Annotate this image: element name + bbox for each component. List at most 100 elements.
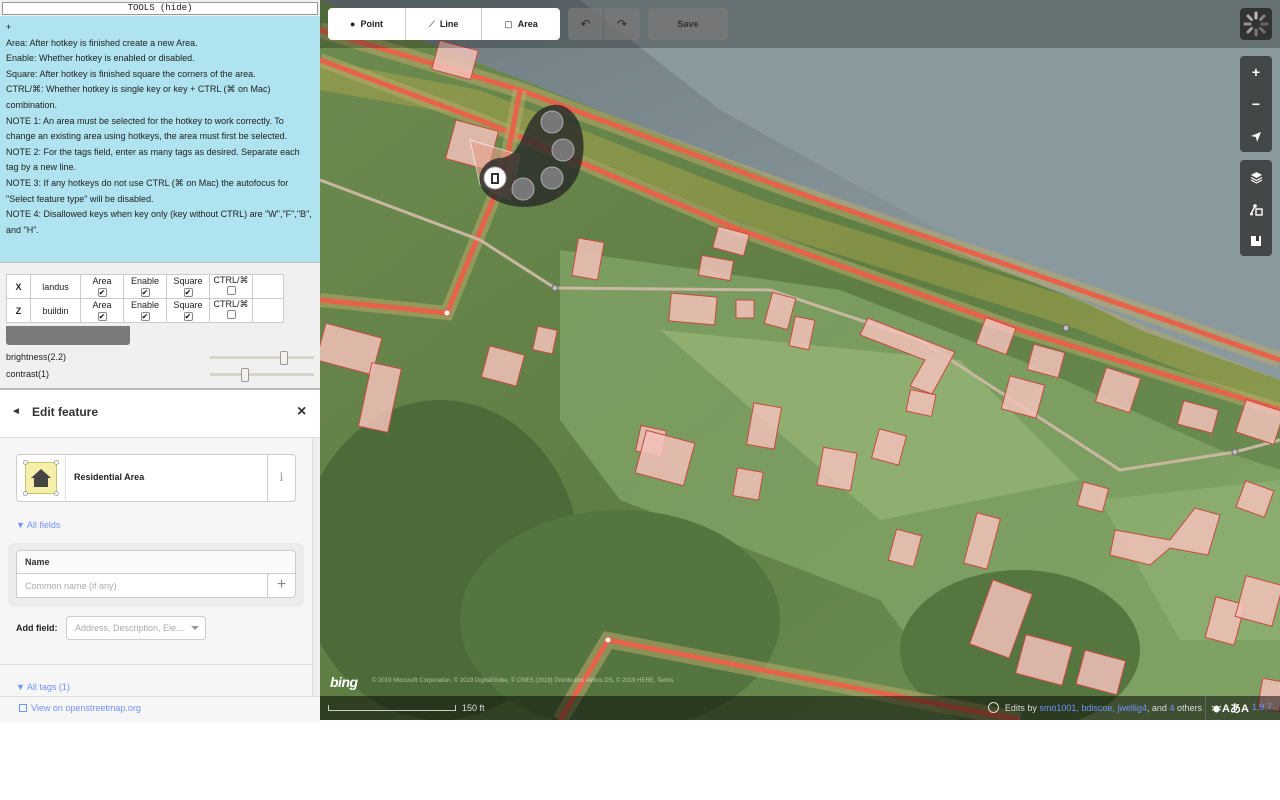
help-line-area: Area: After hotkey is finished create a … (6, 37, 198, 48)
brightness-label: brightness(2.2) (6, 352, 67, 362)
help-book-icon[interactable] (1240, 224, 1272, 256)
history-clock-icon (987, 702, 999, 713)
back-icon[interactable]: ◄ (11, 406, 21, 417)
hotkey-tags-field[interactable]: buildin (30, 298, 81, 323)
ctrl-checkbox[interactable] (226, 310, 236, 319)
bing-logo[interactable]: bing (330, 674, 358, 690)
issues-icon[interactable]: AあA (1211, 700, 1249, 716)
square-checkbox[interactable]: ✔ (183, 311, 193, 321)
name-input[interactable] (16, 574, 268, 598)
bug-icon (1211, 705, 1222, 713)
contrast-control: contrast(1) (6, 367, 316, 382)
line-icon: ⟋ (428, 19, 435, 29)
contrast-slider-thumb[interactable] (241, 368, 249, 382)
view-on-osm-link[interactable]: View on openstreetmap.org (19, 703, 141, 713)
top-toolbar: ● Point ⟋ Line ▢ Area ↶ ↷ Save (320, 0, 1280, 48)
ctrl-option-label: CTRL/⌘ (213, 299, 249, 309)
add-field-combobox[interactable]: Address, Description, Ele... (66, 616, 206, 640)
hotkey-remove-cell[interactable] (252, 274, 284, 299)
hotkey-ctrl-option: CTRL/⌘ (209, 274, 253, 299)
brightness-control: brightness(2.2) (6, 350, 316, 365)
redo-icon[interactable]: ↷ (604, 8, 640, 40)
hotkey-area-option: Area ✔ (80, 298, 124, 323)
hotkey-remove-cell[interactable] (252, 298, 284, 323)
enable-checkbox[interactable]: ✔ (140, 287, 150, 297)
loading-spinner-icon (1240, 8, 1272, 40)
panel-footer: View on openstreetmap.org (0, 696, 320, 722)
add-hotkey-button[interactable] (6, 326, 130, 345)
square-option-label: Square (173, 299, 203, 310)
scale-label: 150 ft (462, 703, 485, 713)
add-field-placeholder: Address, Description, Ele... (75, 623, 184, 633)
help-line-ctrl: CTRL/⌘: Whether hotkey is single key or … (6, 84, 271, 110)
delete-icon (483, 166, 507, 190)
edits-users-link[interactable]: smo1001, bdiscoe, jwellig4 (1039, 703, 1147, 713)
point-label: Point (360, 19, 383, 29)
add-localized-name-icon[interactable]: + (267, 574, 296, 598)
add-area-button[interactable]: ▢ Area (482, 8, 560, 40)
hotkey-config: X landus Area ✔ Enable ✔ Square ✔ CTRL/⌘ Z … (0, 262, 320, 388)
line-label: Line (439, 19, 459, 29)
edit-feature-header: ◄ Edit feature × (0, 390, 320, 438)
close-icon[interactable]: × (297, 404, 306, 420)
enable-checkbox[interactable]: ✔ (140, 311, 150, 321)
hotkey-row: X landus Area ✔ Enable ✔ Square ✔ CTRL/⌘ (6, 274, 284, 299)
square-checkbox[interactable]: ✔ (183, 287, 193, 297)
brightness-slider-thumb[interactable] (280, 351, 288, 365)
scale-bar[interactable] (328, 705, 456, 711)
geolocate-icon[interactable] (1240, 120, 1272, 152)
imagery-attribution[interactable]: © 2019 Microsoft Corporation, © 2019 Dig… (372, 678, 673, 684)
version-link[interactable]: 1.9.7 (1252, 702, 1272, 712)
edits-and: , and (1146, 703, 1167, 713)
background-layers-icon[interactable] (1240, 160, 1272, 192)
hotkey-tags-field[interactable]: landus (30, 274, 81, 299)
add-point-button[interactable]: ● Point (328, 8, 406, 40)
edits-prefix: Edits by (1004, 703, 1037, 713)
area-checkbox[interactable]: ✔ (97, 287, 107, 297)
others-count-link[interactable]: 4 (1169, 703, 1174, 713)
hotkey-area-option: Area ✔ (80, 274, 124, 299)
hotkey-ctrl-option: CTRL/⌘ (209, 298, 253, 323)
area-label: Area (517, 19, 538, 29)
name-field-label: Name (16, 550, 296, 574)
square-option-label: Square (173, 275, 203, 286)
panel-scrollbar[interactable] (312, 438, 320, 698)
preset-selector[interactable]: Residential Area i (16, 454, 296, 502)
residential-area-icon (23, 460, 59, 496)
ctrl-checkbox[interactable] (226, 286, 236, 295)
add-line-button[interactable]: ⟋ Line (406, 8, 482, 40)
tools-toggle-button[interactable]: TOOLS (hide) (2, 2, 318, 15)
preset-divider (65, 455, 66, 501)
area-option-label: Area (92, 275, 112, 286)
all-fields-toggle[interactable]: ▼ All fields (16, 520, 60, 530)
enable-option-label: Enable (130, 275, 160, 286)
all-tags-toggle[interactable]: ▼ All tags (1) (16, 682, 70, 692)
map-canvas[interactable]: ● Point ⟋ Line ▢ Area ↶ ↷ Save + − bing … (320, 0, 1280, 720)
help-note-1: NOTE 1: An area must be selected for the… (6, 115, 288, 142)
contrast-label: contrast(1) (6, 369, 50, 379)
hotkey-help-box: + Area: After hotkey is finished create … (0, 16, 320, 262)
panel-title: Edit feature (32, 405, 99, 419)
continue-line-icon (540, 110, 564, 134)
contrast-slider[interactable] (210, 368, 314, 382)
zoom-out-icon[interactable]: − (1240, 88, 1272, 120)
hotkey-key-field[interactable]: X (6, 274, 31, 299)
enable-option-label: Enable (130, 299, 160, 310)
tools-panel: TOOLS (hide) + Area: After hotkey is fin… (0, 0, 320, 388)
help-note-4: NOTE 4: Disallowed keys when key only (k… (6, 209, 312, 235)
preset-name: Residential Area (74, 472, 145, 482)
map-imagery[interactable] (320, 0, 1280, 720)
undo-icon[interactable]: ↶ (568, 8, 604, 40)
edits-others: others (1176, 703, 1202, 713)
hotkey-row: Z buildin Area ✔ Enable ✔ Square ✔ CTRL/⌘ (6, 298, 284, 323)
map-data-icon[interactable] (1240, 192, 1272, 224)
area-icon: ▢ (504, 19, 513, 29)
brightness-slider[interactable] (210, 351, 314, 365)
area-checkbox[interactable]: ✔ (97, 311, 107, 321)
save-button[interactable]: Save (648, 8, 728, 40)
hotkey-key-field[interactable]: Z (6, 298, 31, 323)
zoom-in-icon[interactable]: + (1240, 56, 1272, 88)
move-icon (540, 166, 564, 190)
info-icon[interactable]: i (267, 455, 295, 501)
circularize-icon (511, 177, 535, 201)
